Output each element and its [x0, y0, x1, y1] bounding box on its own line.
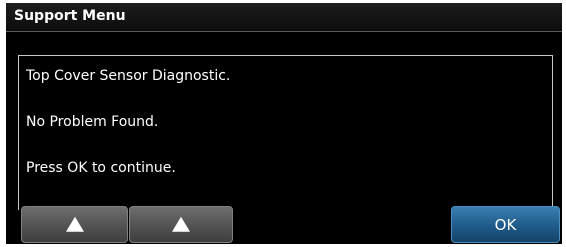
page-up-button[interactable]: [129, 206, 233, 243]
message-line-instruction: Press OK to continue.: [26, 160, 176, 176]
up-arrow-icon: [65, 216, 84, 232]
up-arrow-icon: [172, 216, 190, 232]
scroll-up-button[interactable]: [21, 206, 128, 243]
message-panel: Top Cover Sensor Diagnostic. No Problem …: [18, 55, 553, 210]
message-line-result: No Problem Found.: [26, 114, 159, 130]
window-title: Support Menu: [14, 8, 126, 24]
support-menu-screen: Support Menu Top Cover Sensor Diagnostic…: [6, 3, 562, 244]
message-line-diagnostic: Top Cover Sensor Diagnostic.: [26, 68, 231, 84]
ok-button-label: OK: [494, 216, 517, 234]
ok-button[interactable]: OK: [451, 206, 560, 243]
title-bar: Support Menu: [6, 3, 562, 32]
